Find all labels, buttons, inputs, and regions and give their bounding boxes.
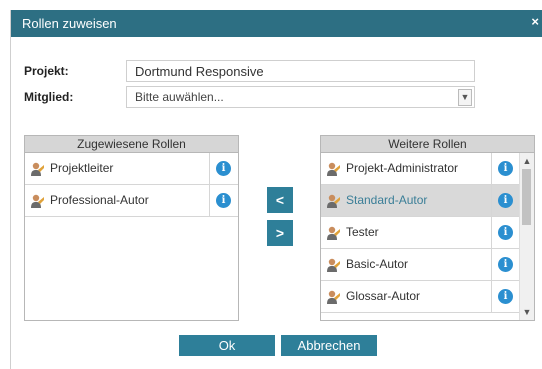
dialog-titlebar[interactable]: Rollen zuweisen ×: [11, 10, 542, 37]
info-icon[interactable]: i: [498, 193, 513, 208]
role-label: Professional-Autor: [50, 193, 149, 207]
ok-button[interactable]: Ok: [179, 335, 275, 356]
projekt-input[interactable]: [127, 61, 474, 81]
row-divider: [209, 185, 210, 216]
available-roles-panel: Weitere Rollen Projekt-Administrator i Sta…: [320, 135, 535, 321]
info-icon[interactable]: i: [216, 193, 231, 208]
info-icon[interactable]: i: [498, 161, 513, 176]
available-roles-header: Weitere Rollen: [321, 136, 534, 153]
role-row[interactable]: Tester i: [321, 217, 534, 249]
row-divider: [209, 153, 210, 184]
role-row[interactable]: Professional-Autor i: [25, 185, 238, 217]
role-label: Projektleiter: [50, 161, 114, 175]
role-label: Basic-Autor: [346, 257, 409, 271]
rollen-dialog: Rollen zuweisen × Projekt: Mitglied: Bit…: [10, 10, 542, 369]
person-icon: [325, 257, 341, 273]
assigned-roles-header: Zugewiesene Rollen: [25, 136, 238, 153]
chevron-down-icon[interactable]: ▼: [458, 89, 472, 106]
role-label: Glossar-Autor: [346, 289, 421, 303]
role-row[interactable]: Standard-Autor i: [321, 185, 534, 217]
person-icon: [29, 193, 45, 209]
dialog-title: Rollen zuweisen: [22, 16, 117, 31]
scroll-down-icon[interactable]: ▼: [520, 305, 534, 319]
row-divider: [491, 217, 492, 248]
person-icon: [325, 225, 341, 241]
row-divider: [491, 185, 492, 216]
projekt-field[interactable]: [126, 60, 475, 82]
available-roles-list: Projekt-Administrator i Standard-Autor i Tes…: [321, 153, 534, 313]
info-icon[interactable]: i: [498, 225, 513, 240]
person-icon: [29, 161, 45, 177]
person-icon: [325, 161, 341, 177]
move-right-button[interactable]: >: [267, 220, 293, 246]
roles-scrollbar[interactable]: ▲ ▼: [519, 153, 534, 320]
role-label: Tester: [346, 225, 379, 239]
row-divider: [491, 249, 492, 280]
info-icon[interactable]: i: [498, 257, 513, 272]
close-icon[interactable]: ×: [531, 14, 539, 29]
projekt-label: Projekt:: [24, 64, 69, 78]
mitglied-selected-value: Bitte auwählen...: [135, 90, 224, 104]
info-icon[interactable]: i: [216, 161, 231, 176]
row-divider: [491, 281, 492, 312]
info-icon[interactable]: i: [498, 289, 513, 304]
mitglied-select[interactable]: Bitte auwählen... ▼: [126, 86, 475, 108]
role-row[interactable]: Projekt-Administrator i: [321, 153, 534, 185]
row-divider: [491, 153, 492, 184]
role-row[interactable]: Glossar-Autor i: [321, 281, 534, 313]
role-label: Projekt-Administrator: [346, 161, 459, 175]
cancel-button[interactable]: Abbrechen: [281, 335, 377, 356]
scroll-up-icon[interactable]: ▲: [520, 154, 534, 168]
role-row[interactable]: Projektleiter i: [25, 153, 238, 185]
person-icon: [325, 193, 341, 209]
move-left-button[interactable]: <: [267, 187, 293, 213]
mitglied-label: Mitglied:: [24, 90, 74, 104]
person-icon: [325, 289, 341, 305]
role-row[interactable]: Basic-Autor i: [321, 249, 534, 281]
assigned-roles-panel: Zugewiesene Rollen Projektleiter i Profess…: [24, 135, 239, 321]
scrollbar-thumb[interactable]: [522, 169, 531, 225]
assigned-roles-list: Projektleiter i Professional-Autor i: [25, 153, 238, 217]
role-label: Standard-Autor: [346, 193, 428, 207]
